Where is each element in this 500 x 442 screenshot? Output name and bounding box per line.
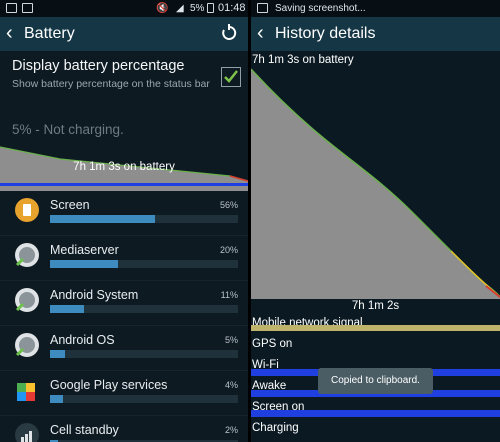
battery-percent: 5% xyxy=(190,3,205,14)
status-bar: Saving screenshot... xyxy=(251,0,500,17)
mini-graph-label: 7h 1m 3s on battery xyxy=(73,161,175,173)
display-percentage-checkbox[interactable] xyxy=(221,67,241,87)
setting-subtitle: Show battery percentage on the status ba… xyxy=(12,78,210,90)
track-screen-on: Screen on xyxy=(251,398,500,419)
clock: 01:48 xyxy=(218,2,246,14)
track-bar xyxy=(251,410,500,417)
chevron-left-icon[interactable]: ‹ xyxy=(6,23,13,43)
app-percent: 5% xyxy=(224,335,238,345)
android-app-icon xyxy=(15,333,39,357)
list-item[interactable]: Google Play services 4% xyxy=(0,371,248,416)
app-bar: ‹ History details xyxy=(251,17,500,51)
puzzle-piece-icon xyxy=(17,383,35,401)
app-name: Android System xyxy=(50,288,139,302)
usage-bar xyxy=(50,395,238,403)
signal-icon xyxy=(15,423,39,442)
android-app-icon xyxy=(15,243,39,267)
list-item[interactable]: Mediaserver 20% xyxy=(0,236,248,281)
usage-bar xyxy=(50,260,238,268)
app-name: Mediaserver xyxy=(50,243,119,257)
page-title: Battery xyxy=(24,25,75,42)
app-name: Cell standby xyxy=(50,423,119,437)
list-item[interactable]: Screen 56% xyxy=(0,191,248,236)
screen-brightness-icon xyxy=(15,198,39,222)
page-title: History details xyxy=(275,25,376,42)
image-icon xyxy=(22,3,33,13)
notification-icon xyxy=(6,3,17,13)
app-name: Google Play services xyxy=(50,378,168,392)
usage-bar xyxy=(50,215,238,223)
battery-history-graph xyxy=(251,51,500,299)
status-text: Saving screenshot... xyxy=(275,3,366,14)
usage-bar xyxy=(50,305,238,313)
list-item[interactable]: Android System 11% xyxy=(0,281,248,326)
graph-label-bottom: 7h 1m 2s xyxy=(351,300,400,312)
image-icon xyxy=(257,3,268,13)
app-percent: 2% xyxy=(224,425,238,435)
track-gps-on: GPS on xyxy=(251,335,500,356)
battery-icon xyxy=(207,3,214,13)
track-charging: Charging xyxy=(251,419,500,440)
list-item[interactable]: Cell standby 2% xyxy=(0,416,248,442)
refresh-icon[interactable] xyxy=(220,24,238,42)
usage-bar xyxy=(50,350,238,358)
battery-screen: 🔇 ◢ 5% 01:48 ‹ Battery Display battery p… xyxy=(0,0,248,442)
signal-icon: ◢ xyxy=(176,3,184,14)
app-percent: 11% xyxy=(220,290,238,300)
app-name: Android OS xyxy=(50,333,115,347)
chevron-left-icon[interactable]: ‹ xyxy=(257,23,264,43)
status-bar: 🔇 ◢ 5% 01:48 xyxy=(0,0,248,17)
list-item[interactable]: Android OS 5% xyxy=(0,326,248,371)
track-mobile-network-signal: Mobile network signal xyxy=(251,314,500,335)
app-percent: 56% xyxy=(219,200,238,210)
track-bar xyxy=(251,325,500,331)
graph-label-top: 7h 1m 3s on battery xyxy=(252,54,354,66)
track-label: GPS on xyxy=(252,338,293,350)
battery-status: 5% - Not charging. xyxy=(12,122,124,137)
android-app-icon xyxy=(15,288,39,312)
mute-icon: 🔇 xyxy=(156,3,169,14)
app-bar: ‹ Battery xyxy=(0,17,248,51)
track-label: Charging xyxy=(252,422,299,434)
app-percent: 4% xyxy=(224,380,238,390)
app-name: Screen xyxy=(50,198,90,212)
setting-title: Display battery percentage xyxy=(12,58,185,74)
display-battery-percentage-setting[interactable]: Display battery percentage Show battery … xyxy=(0,51,248,114)
checkmark-icon xyxy=(224,70,238,83)
toast: Copied to clipboard. xyxy=(318,368,433,394)
app-percent: 20% xyxy=(219,245,238,255)
